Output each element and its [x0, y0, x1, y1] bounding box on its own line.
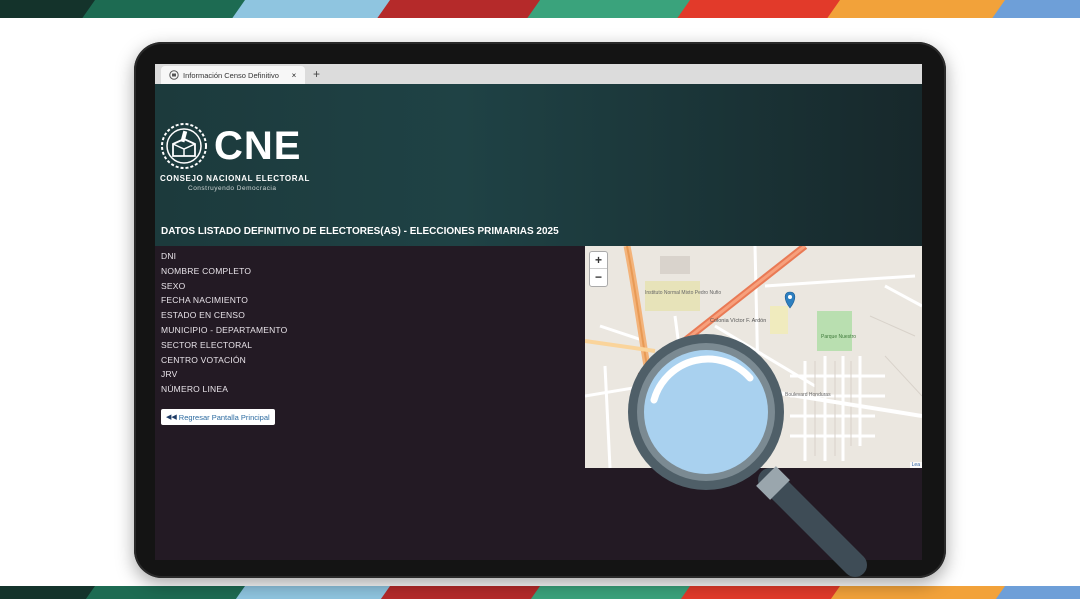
org-name: CONSEJO NACIONAL ELECTORAL [160, 174, 310, 183]
field-label-dni: DNI [161, 251, 177, 261]
map-label-colonia: Colonia Víctor F. Ardón [710, 318, 766, 324]
zoom-in-button[interactable]: + [590, 252, 607, 269]
page-header: CNE CONSEJO NACIONAL ELECTORAL Construye… [155, 84, 922, 246]
bottom-color-stripe [0, 586, 1080, 599]
back-button-label: Regresar Pantalla Principal [178, 412, 270, 422]
field-label-numero-linea: NÚMERO LINEA [161, 384, 229, 395]
tab-close-icon[interactable]: × [289, 71, 299, 80]
zoom-out-button[interactable]: − [590, 269, 607, 286]
org-tagline: Construyendo Democracia [188, 185, 277, 192]
field-label-sector: SECTOR ELECTORAL [161, 339, 253, 350]
new-tab-icon[interactable]: + [313, 66, 320, 82]
field-label-sexo: SEXO [161, 280, 186, 291]
double-arrow-left-icon: ◀◀ [166, 414, 177, 421]
field-label-municipio: MUNICIPIO - DEPARTAMENTO [161, 324, 288, 335]
browser-tab[interactable]: Información Censo Definitivo × [161, 66, 305, 84]
top-color-stripe [0, 0, 1080, 18]
field-label-estado-censo: ESTADO EN CENSO [161, 310, 246, 321]
ballot-box-emblem-icon [161, 123, 207, 169]
field-label-list: DNI NOMBRE COMPLETO SEXO FECHA NACIMIENT… [161, 249, 288, 397]
map-attribution[interactable]: Lea [909, 462, 922, 468]
browser-tab-title: Información Censo Definitivo [183, 70, 279, 80]
cne-favicon-icon [169, 70, 179, 80]
magnifying-glass-icon [628, 334, 867, 577]
field-label-centro-votacion: CENTRO VOTACIÓN [161, 354, 247, 365]
page-title: DATOS LISTADO DEFINITIVO DE ELECTORES(AS… [161, 226, 559, 237]
field-label-nombre: NOMBRE COMPLETO [161, 265, 252, 276]
logo-wordmark: CNE [214, 124, 302, 168]
field-label-fecha-nacimiento: FECHA NACIMIENTO [161, 295, 249, 306]
back-to-main-button[interactable]: ◀◀ Regresar Pantalla Principal [161, 409, 275, 425]
map-zoom-control: + − [589, 251, 608, 287]
browser-tab-bar: Información Censo Definitivo × + [155, 64, 922, 85]
cne-logo: CNE CONSEJO NACIONAL ELECTORAL Construye… [160, 122, 320, 197]
map-label-school: Instituto Normal Mixto Pedro Nufio [645, 290, 721, 296]
field-label-jrv: JRV [161, 369, 178, 380]
